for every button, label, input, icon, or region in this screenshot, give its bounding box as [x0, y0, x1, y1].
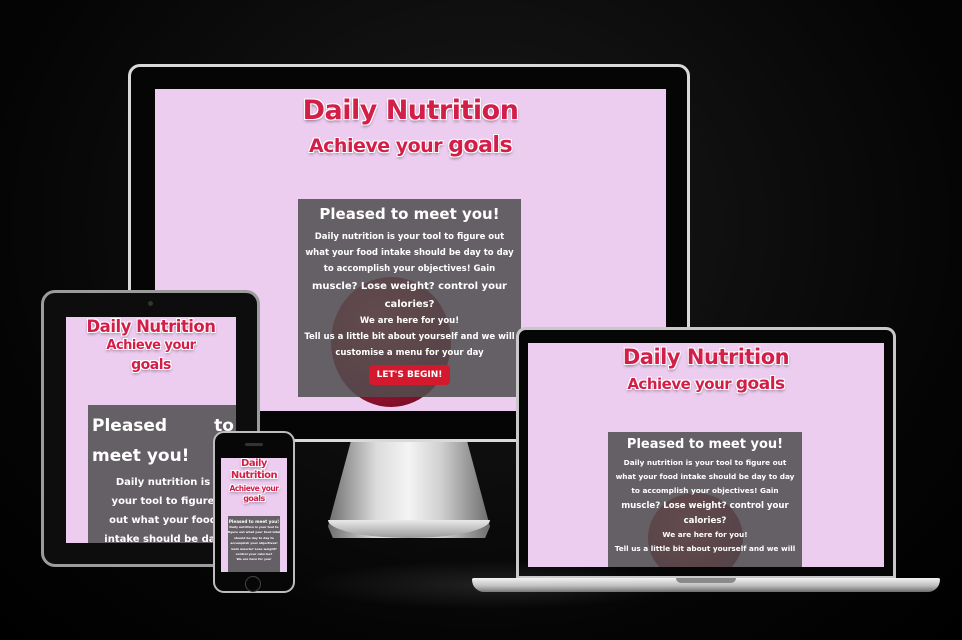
phone-home-button [245, 576, 261, 592]
laptop-intro-line: what your food intake should be day to d… [615, 472, 795, 481]
laptop-intro-line: to accomplish your objectives! Gain [631, 486, 779, 495]
site-title: Daily Nutrition [302, 95, 519, 126]
tablet-site-title: Daily Nutrition [86, 317, 216, 336]
phone-site-screen: Daily Nutrition Achieve your goals Pleas… [221, 458, 287, 572]
laptop-intro-line: calories? [683, 516, 727, 526]
tablet-camera-icon [148, 301, 153, 306]
laptop-device: Daily Nutrition Achieve your goals Pleas… [516, 327, 896, 579]
laptop-subtitle-emphasis: goals [735, 374, 785, 394]
device-mockup-stage: Daily Nutrition Achieve your goals Pleas… [0, 0, 962, 640]
laptop-welcome-panel: Pleased to meet you! Daily nutrition is … [608, 432, 802, 567]
laptop-support-text: We are here for you! [662, 530, 748, 539]
intro-line: calories? [384, 299, 435, 310]
laptop-cta-text: Tell us a little bit about yourself and … [614, 544, 796, 553]
phone-subtitle-line2: goals [243, 494, 265, 503]
phone-speaker-icon [245, 443, 263, 446]
intro-line: to accomplish your objectives! Gain [323, 264, 496, 274]
site-subtitle: Achieve your goals [155, 133, 666, 158]
laptop-site-subtitle: Achieve your goals [528, 374, 884, 394]
cta-text: customise a menu for your day [335, 348, 484, 358]
tablet-site-screen: Daily Nutrition Achieve your goals Pleas… [66, 317, 236, 543]
phone-welcome-heading: Pleased to meet you! [228, 519, 280, 524]
phone-support-text: We are here for you! [236, 557, 272, 562]
intro-line: Daily nutrition is your tool to figure o… [314, 232, 505, 242]
laptop-intro-line: muscle? Lose weight? control your [621, 501, 789, 511]
phone-welcome-panel: Pleased to meet you! Daily nutrition is … [228, 516, 280, 572]
phone-subtitle-line1: Achieve your [229, 484, 279, 493]
cta-text: Tell us a little bit about yourself and … [304, 332, 515, 342]
site-subtitle-emphasis: goals [448, 133, 513, 158]
intro-line: muscle? Lose weight? control your [311, 281, 507, 292]
laptop-subtitle-main: Achieve your [627, 375, 732, 393]
laptop-site-title: Daily Nutrition [622, 345, 790, 369]
site-subtitle-main: Achieve your [308, 135, 443, 157]
laptop-welcome-heading: Pleased to meet you! [626, 437, 784, 452]
tablet-subtitle-main: Achieve your [106, 338, 196, 353]
support-text: We are here for you! [359, 316, 460, 326]
phone-title-line1: Daily [241, 458, 267, 469]
phone-device: Daily Nutrition Achieve your goals Pleas… [213, 431, 295, 593]
intro-line: what your food intake should be day to d… [305, 248, 514, 258]
tablet-subtitle-emphasis: goals [131, 357, 171, 373]
floor-reflection [300, 560, 680, 610]
laptop-site-screen: Daily Nutrition Achieve your goals Pleas… [528, 343, 884, 567]
phone-title-line2: Nutrition [230, 470, 278, 481]
welcome-heading: Pleased to meet you! [319, 205, 500, 223]
lets-begin-button[interactable]: LET'S BEGIN! [368, 365, 451, 385]
phone-intro-line: accomplish your objectives! [230, 541, 278, 546]
laptop-notch [676, 578, 736, 583]
welcome-panel: Pleased to meet you! Daily nutrition is … [298, 199, 521, 397]
laptop-intro-line: Daily nutrition is your tool to figure o… [623, 458, 787, 467]
